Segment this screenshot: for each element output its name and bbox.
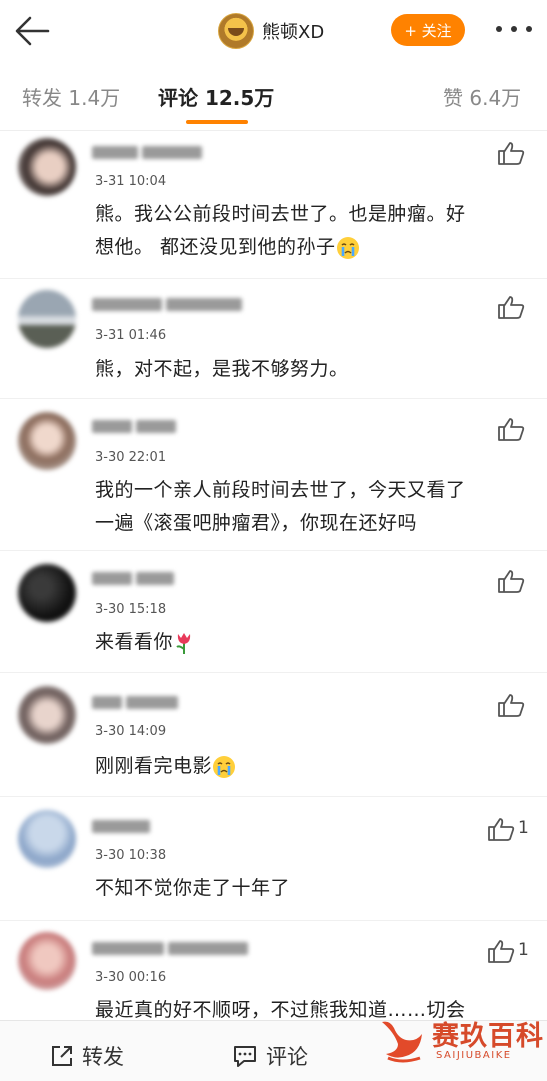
username-blurred[interactable] [92, 294, 246, 314]
thumbs-up-icon[interactable] [496, 416, 526, 442]
avatar[interactable] [18, 412, 76, 470]
avatar[interactable] [18, 290, 76, 348]
comment-time: 3-30 10:38 [95, 848, 167, 863]
comment-text: 来看看你 [95, 626, 535, 659]
comment-time: 3-30 14:09 [95, 724, 167, 739]
more-options-icon[interactable] [496, 26, 532, 36]
watermark-brand-en: SAIJIUBAIKE [436, 1050, 512, 1061]
comment-item: 3-30 15:18 来看看你 [0, 550, 547, 673]
tab-likes[interactable]: 赞 6.4万 [443, 82, 521, 111]
tab-comments[interactable]: 评论 12.5万 [158, 82, 274, 111]
comment-text: 熊，对不起，是我不够努力。 [95, 358, 349, 380]
comment-time: 3-31 01:46 [95, 328, 167, 343]
comment-text: 刚刚看完电影 [95, 750, 535, 783]
comment-time: 3-30 15:18 [95, 602, 167, 617]
comment-text: 熊。我公公前段时间去世了。也是肿瘤。好 想他。 都还没见到他的孙子 [95, 203, 466, 259]
thumbs-up-icon[interactable] [486, 938, 516, 964]
avatar[interactable] [18, 564, 76, 622]
username-blurred[interactable] [92, 142, 206, 162]
like-count: 1 [518, 818, 529, 838]
username-blurred[interactable] [92, 416, 180, 436]
top-bar: 熊顿XD + 关注 [0, 0, 547, 62]
username-blurred[interactable] [92, 692, 182, 712]
repost-label: 转发 [82, 1045, 124, 1069]
thumbs-up-icon[interactable] [496, 140, 526, 166]
username-blurred[interactable] [92, 568, 178, 588]
repost-icon [52, 1046, 72, 1066]
comment-item: 3-30 22:01 我的一个亲人前段时间去世了，今天又看了 一遍《滚蛋吧肿瘤君… [0, 398, 547, 551]
comment-time: 3-31 10:04 [95, 174, 167, 189]
comment-button[interactable]: 评论 [232, 1041, 308, 1071]
author-avatar[interactable] [218, 13, 254, 49]
author-info[interactable]: 熊顿XD [218, 12, 324, 50]
comment-item: 3-30 00:16 最近真的好不顺呀，不过熊我知道……切会 1 [0, 920, 547, 1020]
comment-item: 3-31 10:04 熊。我公公前段时间去世了。也是肿瘤。好 想他。 都还没见到… [0, 130, 547, 279]
comment-icon [234, 1046, 256, 1067]
comment-item: 3-31 01:46 熊，对不起，是我不够努力。 [0, 278, 547, 399]
thumbs-up-icon[interactable] [496, 294, 526, 320]
comment-time: 3-30 00:16 [95, 970, 167, 985]
tab-repost[interactable]: 转发 1.4万 [22, 82, 120, 111]
comment-text: 不知不觉你走了十年了 [95, 877, 291, 899]
watermark: 赛玖百科 SAIJIUBAIKE [376, 1008, 546, 1068]
watermark-logo-icon [382, 1021, 422, 1063]
tulip-emoji-icon [176, 632, 191, 654]
comment-item: 3-30 14:09 刚刚看完电影 [0, 672, 547, 797]
author-name[interactable]: 熊顿XD [262, 18, 324, 44]
comment-text: 我的一个亲人前段时间去世了，今天又看了 一遍《滚蛋吧肿瘤君》，你现在还好吗 [95, 479, 466, 534]
crying-emoji-icon [213, 755, 236, 778]
comment-label: 评论 [266, 1045, 308, 1069]
username-blurred[interactable] [92, 816, 154, 836]
comment-time: 3-30 22:01 [95, 450, 167, 465]
tab-bar: 转发 1.4万 评论 12.5万 赞 6.4万 [0, 62, 547, 131]
active-tab-indicator [186, 120, 248, 124]
avatar[interactable] [18, 810, 76, 868]
watermark-brand-cn: 赛玖百科 [432, 1021, 544, 1052]
thumbs-up-icon[interactable] [496, 568, 526, 594]
username-blurred[interactable] [92, 938, 252, 958]
like-count: 1 [518, 940, 529, 960]
follow-button[interactable]: + 关注 [391, 14, 465, 46]
repost-button[interactable]: 转发 [50, 1041, 124, 1071]
thumbs-up-icon[interactable] [496, 692, 526, 718]
thumbs-up-icon[interactable] [486, 816, 516, 842]
avatar[interactable] [18, 932, 76, 990]
comment-item: 3-30 10:38 不知不觉你走了十年了 1 [0, 796, 547, 921]
back-arrow-icon[interactable] [12, 14, 52, 48]
avatar[interactable] [18, 686, 76, 744]
avatar[interactable] [18, 138, 76, 196]
crying-emoji-icon [336, 236, 359, 259]
